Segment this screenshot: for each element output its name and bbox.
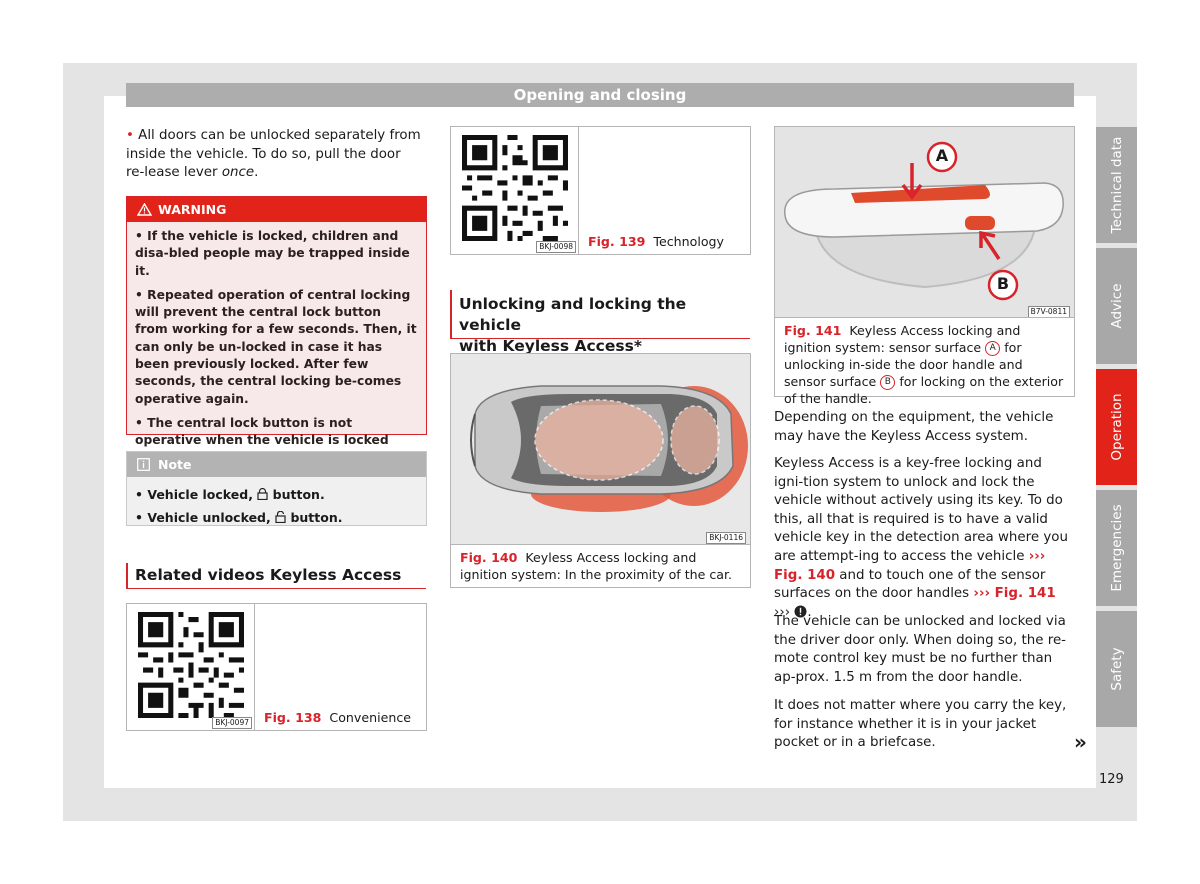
warning-title: WARNING [158, 202, 227, 217]
note-item-locked: • Vehicle locked, button. [135, 483, 418, 506]
section-rule [450, 338, 750, 339]
fig139-box: BKJ-0098 Fig. 139 Technology [450, 126, 751, 255]
tab-operation[interactable]: Operation [1096, 369, 1137, 485]
tab-label: Operation [1108, 393, 1125, 461]
tab-label: Safety [1108, 647, 1125, 691]
fig141-link[interactable]: ››› Fig. 141 [973, 586, 1055, 601]
qr-panel: BKJ-0098 [451, 127, 579, 254]
para-keyless-description: Keyless Access is a key-free locking and… [774, 455, 1070, 622]
page-number: 129 [1099, 772, 1124, 787]
figure-label: Fig. 138 [264, 710, 322, 725]
info-icon [137, 458, 150, 471]
intro-paragraph: • All doors can be unlocked separately f… [126, 127, 422, 183]
lock-open-icon [275, 510, 286, 524]
para-key-location: It does not matter where you carry the k… [774, 698, 1067, 751]
para-text: Keyless Access is a key-free locking and… [774, 456, 1068, 564]
intro-emphasis: once [221, 165, 255, 181]
marker-a-inline: A [985, 341, 1001, 356]
car-top-view-image [451, 354, 750, 544]
fig141-box: A B B7V-0811 Fig. 141 Keyless Access loc… [774, 126, 1075, 406]
warning-item: • Repeated operation of central locking … [135, 287, 417, 406]
section-marker [450, 290, 452, 338]
fig140-box: BKJ-0116 Fig. 140 Keyless Access locking… [450, 353, 751, 588]
figure-caption-text: Technology [653, 234, 724, 249]
note-header: Note [127, 452, 426, 477]
section-header: Opening and closing [126, 83, 1074, 107]
fig141-caption: Fig. 141 Keyless Access locking and igni… [784, 322, 1068, 407]
para-driver-door: The vehicle can be unlocked and locked v… [774, 614, 1067, 685]
note-box: Note • Vehicle locked, button. • Vehicle… [126, 451, 427, 526]
fig138-caption: Fig. 138 Convenience [264, 709, 411, 726]
figure-label: Fig. 141 [784, 323, 842, 338]
section-marker [126, 563, 128, 589]
fig139-caption: Fig. 139 Technology [588, 233, 724, 250]
figure-code: BKJ-0098 [536, 241, 576, 253]
warning-triangle-icon [136, 202, 153, 216]
qr-code-image[interactable] [138, 612, 244, 718]
marker-b-label: B [996, 274, 1010, 293]
bullet-dot: • [126, 128, 134, 143]
figure-label: Fig. 140 [460, 550, 518, 565]
section-rule [126, 588, 426, 589]
related-videos-title: Related videos Keyless Access [135, 566, 402, 584]
tab-technical-data[interactable]: Technical data [1096, 127, 1137, 243]
tab-label: Advice [1108, 283, 1125, 329]
tab-advice[interactable]: Advice [1096, 248, 1137, 364]
caption-divider [775, 317, 1074, 318]
para-equipment: Depending on the equipment, the vehicle … [774, 410, 1054, 444]
figure-caption-text: Convenience [329, 710, 411, 725]
warning-box: WARNING • If the vehicle is locked, chil… [126, 196, 427, 482]
caption-divider [451, 544, 750, 545]
qr-panel: BKJ-0097 [127, 604, 255, 730]
tab-label: Technical data [1108, 136, 1125, 234]
figure-label: Fig. 139 [588, 234, 646, 249]
tab-label: Emergencies [1108, 504, 1125, 592]
continue-arrow: » [1074, 730, 1087, 754]
note-title: Note [158, 457, 192, 472]
note-item-text: • Vehicle unlocked, [135, 510, 271, 525]
marker-a-label: A [935, 146, 949, 165]
lock-closed-icon [257, 487, 268, 501]
tab-emergencies[interactable]: Emergencies [1096, 490, 1137, 606]
marker-b-inline: B [880, 375, 896, 390]
warning-header: WARNING [127, 197, 426, 222]
keyless-section-title: Unlocking and locking the vehicle with K… [459, 294, 749, 357]
note-item-text: button. [286, 510, 343, 525]
warning-item: • If the vehicle is locked, children and… [135, 229, 410, 278]
figure-code: BKJ-0116 [706, 532, 746, 544]
section-title-line: Unlocking and locking the vehicle [459, 295, 687, 334]
tab-safety[interactable]: Safety [1096, 611, 1137, 727]
note-item-text: button. [268, 487, 325, 502]
intro-text-end: . [254, 165, 259, 181]
fig138-box: BKJ-0097 Fig. 138 Convenience [126, 603, 427, 731]
door-handle-image [775, 127, 1074, 317]
qr-code-image[interactable] [462, 135, 568, 241]
figure-code: BKJ-0097 [212, 717, 252, 729]
note-item-text: • Vehicle locked, [135, 487, 253, 502]
fig140-caption: Fig. 140 Keyless Access locking and igni… [460, 549, 742, 583]
note-item-unlocked: • Vehicle unlocked, button. [135, 506, 418, 529]
intro-text: All doors can be unlocked separately fro… [126, 128, 421, 181]
